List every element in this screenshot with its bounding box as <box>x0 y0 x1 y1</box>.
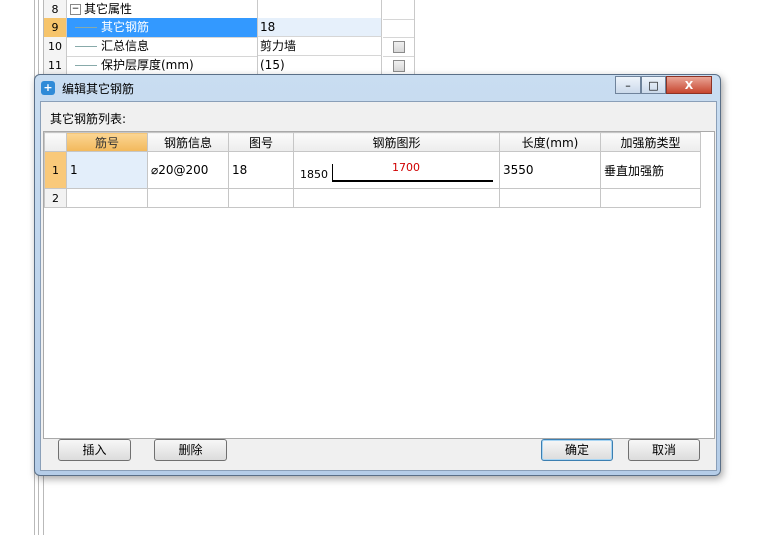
table-header-row: 筋号 钢筋信息 图号 钢筋图形 长度(mm) 加强筋类型 <box>44 132 701 152</box>
collapse-icon[interactable]: − <box>70 4 81 15</box>
shape-horizontal-segment <box>332 180 493 182</box>
insert-button[interactable]: 插入 <box>58 439 131 461</box>
tree-line <box>75 65 97 66</box>
minimize-button[interactable]: – <box>615 76 641 94</box>
cell-figure-number[interactable]: 18 <box>228 151 294 189</box>
property-check-cell <box>383 0 415 20</box>
property-name-cell[interactable]: 汇总信息 <box>67 37 258 57</box>
property-check-cell <box>383 37 415 57</box>
row-number: 9 <box>44 18 67 38</box>
shape-vertical-segment <box>332 164 333 181</box>
property-row-8[interactable]: 8 − 其它属性 <box>44 0 415 20</box>
property-row-11[interactable]: 11 保护层厚度(mm) (15) <box>44 56 415 76</box>
property-group-name[interactable]: − 其它属性 <box>67 0 258 20</box>
property-name: 汇总信息 <box>101 39 150 53</box>
property-value[interactable]: (15) <box>258 56 382 75</box>
rebar-table: 筋号 钢筋信息 图号 钢筋图形 长度(mm) 加强筋类型 1 1 ⌀20@200… <box>43 131 715 439</box>
app-logo-icon: + <box>41 81 55 95</box>
rebar-shape-drawing: 1850 1700 <box>294 152 499 188</box>
property-name-cell[interactable]: 其它钢筋 <box>67 18 258 38</box>
property-row-10[interactable]: 10 汇总信息 剪力墙 <box>44 37 415 57</box>
property-check-cell <box>383 18 415 38</box>
cell-length[interactable] <box>499 188 601 208</box>
dialog-titlebar[interactable]: + 编辑其它钢筋 – □ X <box>35 75 720 101</box>
cell-figure-number[interactable] <box>228 188 294 208</box>
ok-button[interactable]: 确定 <box>541 439 613 461</box>
property-value[interactable]: 剪力墙 <box>258 37 382 56</box>
cover-thickness-checkbox[interactable] <box>393 60 405 72</box>
shape-left-length: 1850 <box>300 168 328 181</box>
property-name-cell[interactable]: 保护层厚度(mm) <box>67 56 258 76</box>
row-header[interactable]: 2 <box>44 188 67 208</box>
row-number: 10 <box>44 37 67 57</box>
property-name: 保护层厚度(mm) <box>101 58 194 72</box>
column-header[interactable]: 加强筋类型 <box>600 132 701 152</box>
delete-button[interactable]: 删除 <box>154 439 227 461</box>
tree-line <box>75 46 97 47</box>
cell-stiffener-type[interactable] <box>600 188 701 208</box>
corner-header <box>44 132 67 152</box>
table-row[interactable]: 1 1 ⌀20@200 18 1850 1700 3550 垂直加强筋 <box>44 151 701 189</box>
row-number: 11 <box>44 56 67 76</box>
property-value[interactable]: 18 <box>258 18 382 37</box>
column-header[interactable]: 钢筋图形 <box>293 132 500 152</box>
edit-other-rebar-dialog: + 编辑其它钢筋 – □ X 其它钢筋列表: 筋号 钢筋信息 图号 钢筋图形 长… <box>34 74 721 476</box>
cell-rebar-info[interactable]: ⌀20@200 <box>147 151 229 189</box>
cell-stiffener-type[interactable]: 垂直加强筋 <box>600 151 701 189</box>
row-number: 8 <box>44 0 67 20</box>
column-header[interactable]: 图号 <box>228 132 294 152</box>
column-header[interactable]: 筋号 <box>66 132 148 152</box>
row-header[interactable]: 1 <box>44 151 67 189</box>
cell-length[interactable]: 3550 <box>499 151 601 189</box>
tree-line <box>75 27 97 28</box>
column-header[interactable]: 钢筋信息 <box>147 132 229 152</box>
column-header[interactable]: 长度(mm) <box>499 132 601 152</box>
cell-rebar-info[interactable] <box>147 188 229 208</box>
property-check-cell <box>383 56 415 76</box>
maximize-button[interactable]: □ <box>641 76 666 94</box>
cancel-button[interactable]: 取消 <box>628 439 700 461</box>
dialog-title: 编辑其它钢筋 <box>62 82 135 96</box>
table-row[interactable]: 2 <box>44 188 701 208</box>
property-name: 其它钢筋 <box>101 20 150 34</box>
summary-checkbox[interactable] <box>393 41 405 53</box>
cell-rebar-shape[interactable] <box>293 188 500 208</box>
property-row-9[interactable]: 9 其它钢筋 18 <box>44 18 415 38</box>
dialog-body: 其它钢筋列表: 筋号 钢筋信息 图号 钢筋图形 长度(mm) 加强筋类型 1 1… <box>40 101 717 471</box>
property-name: 其它属性 <box>84 2 133 16</box>
close-button[interactable]: X <box>666 76 712 94</box>
cell-rebar-shape[interactable]: 1850 1700 <box>293 151 500 189</box>
shape-horizontal-length: 1700 <box>392 161 420 174</box>
cell-bar-number[interactable] <box>66 188 148 208</box>
property-value[interactable] <box>258 0 382 19</box>
cell-bar-number[interactable]: 1 <box>66 151 148 189</box>
list-label: 其它钢筋列表: <box>50 112 127 126</box>
